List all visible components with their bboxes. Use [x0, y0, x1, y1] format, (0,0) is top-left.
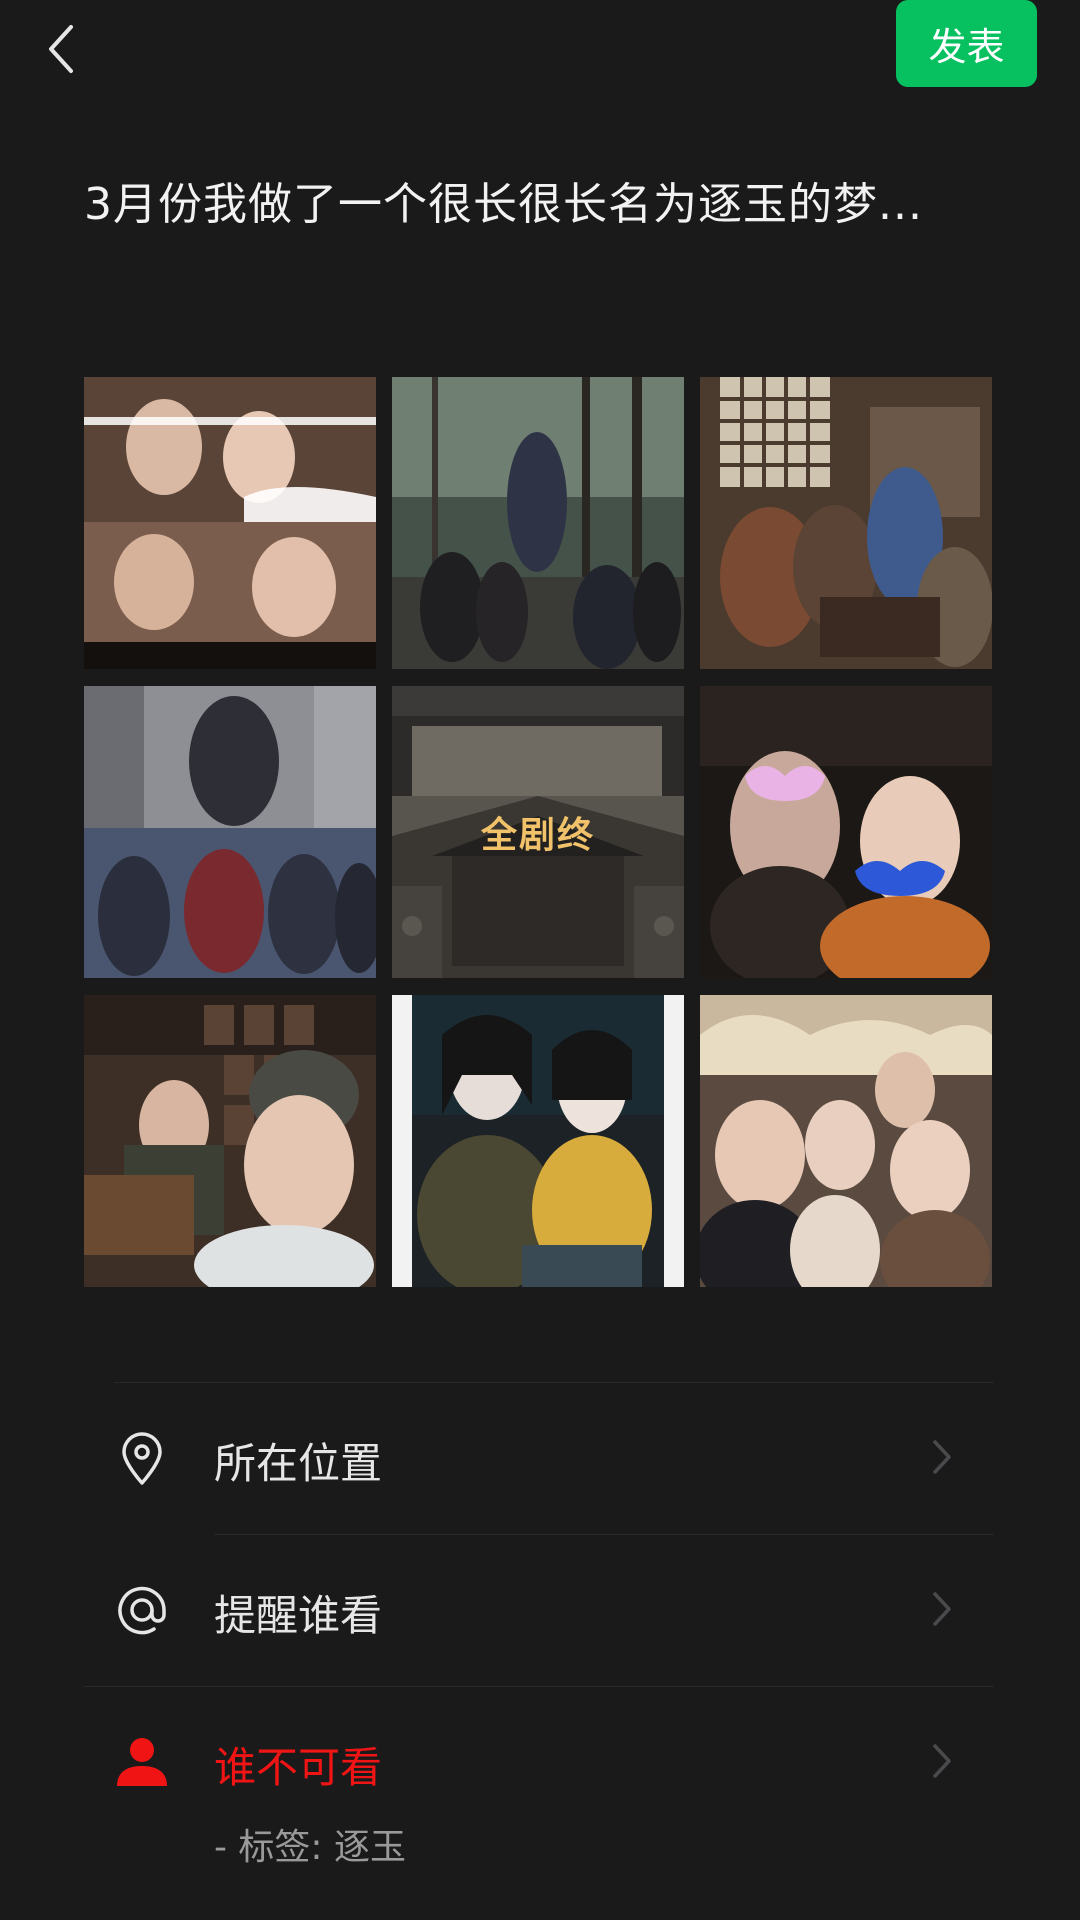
back-button[interactable] [26, 14, 96, 84]
photo-thumbnail-4[interactable] [84, 686, 376, 978]
person-icon [110, 1730, 174, 1794]
at-icon [110, 1578, 174, 1642]
visibility-option[interactable]: 谁不可看 - 标签: 逐玉 [84, 1686, 993, 1920]
visibility-label: 谁不可看 [214, 1743, 383, 1792]
photo-thumbnail-2[interactable] [392, 377, 684, 669]
location-pin-icon [110, 1427, 174, 1491]
photo-caption: 全剧终 [480, 814, 595, 856]
chevron-right-icon [933, 1592, 951, 1626]
post-button[interactable]: 发表 [896, 0, 1037, 87]
chevron-left-icon [49, 25, 73, 73]
photo-thumbnail-1[interactable] [84, 377, 376, 669]
photo-thumbnail-5[interactable]: 全剧终 [392, 686, 684, 978]
mention-option[interactable]: 提醒谁看 [84, 1534, 993, 1684]
location-option[interactable]: 所在位置 [84, 1382, 993, 1532]
mention-label: 提醒谁看 [214, 1591, 383, 1640]
post-text[interactable]: 3月份我做了一个很长很长名为逐玉的梦... [84, 168, 923, 232]
location-label: 所在位置 [214, 1439, 383, 1488]
chevron-right-icon [933, 1440, 951, 1474]
photo-thumbnail-3[interactable] [700, 377, 992, 669]
photo-thumbnail-8[interactable] [392, 995, 684, 1287]
visibility-tag-text: - 标签: 逐玉 [214, 1827, 407, 1868]
photo-grid: 全剧终 [84, 377, 993, 1287]
chevron-right-icon [933, 1744, 951, 1778]
photo-thumbnail-6[interactable] [700, 686, 992, 978]
compose-moment-screen: 发表 3月份我做了一个很长很长名为逐玉的梦... 全剧终 所在位置 提醒谁看 谁… [0, 0, 1080, 1920]
photo-thumbnail-7[interactable] [84, 995, 376, 1287]
photo-thumbnail-9[interactable] [700, 995, 992, 1287]
